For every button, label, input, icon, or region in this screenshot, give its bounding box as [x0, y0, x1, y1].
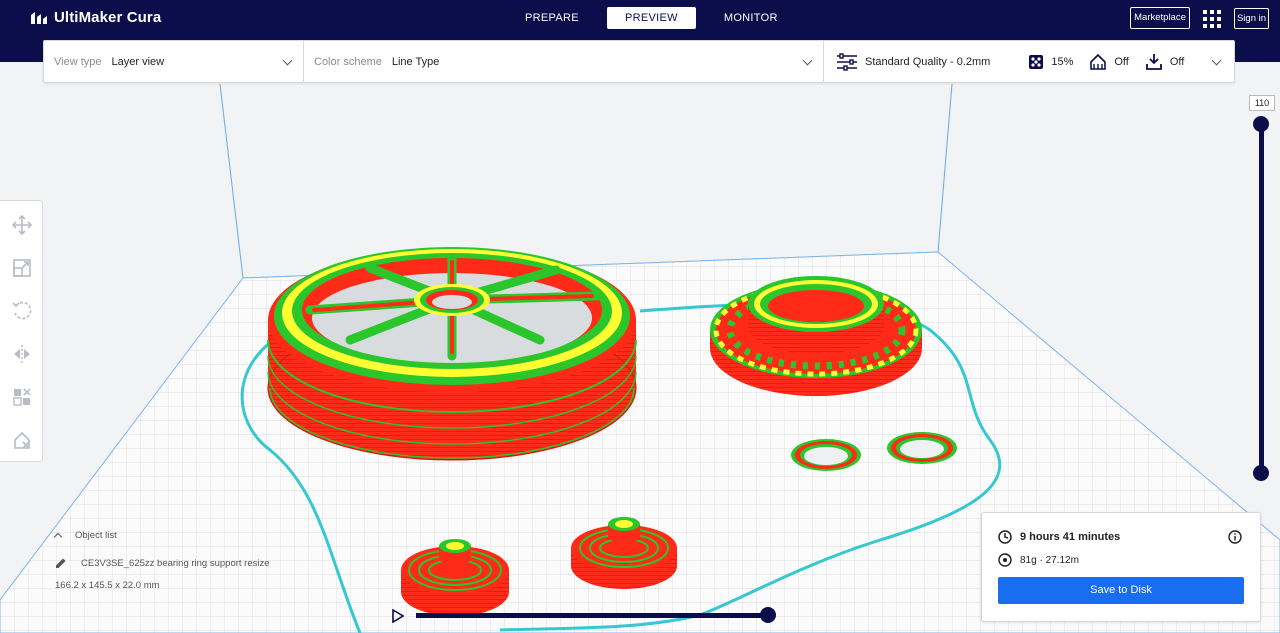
sign-in-button[interactable]: Sign in: [1234, 8, 1269, 29]
tab-prepare[interactable]: PREPARE: [503, 7, 601, 29]
view-type-value: Layer view: [111, 55, 165, 68]
chevron-down-icon: [802, 55, 813, 66]
info-icon[interactable]: [1228, 530, 1242, 544]
move-icon[interactable]: [12, 215, 32, 235]
path-slider-handle[interactable]: [760, 607, 776, 623]
adhesion-icon: [1145, 53, 1162, 70]
adhesion-value: Off: [1169, 55, 1185, 68]
ultimaker-logo-icon: [31, 11, 47, 24]
mirror-icon[interactable]: [12, 344, 32, 364]
material-usage-row: 81g · 27.12m: [998, 553, 1079, 567]
infill-icon: [1029, 54, 1044, 69]
layer-number-input[interactable]: 110: [1249, 95, 1275, 111]
chevron-up-icon: [53, 532, 63, 542]
object-dimensions: 166.2 x 145.5 x 22.0 mm: [55, 580, 160, 591]
support-value: Off: [1114, 55, 1129, 68]
layer-slider-lower-handle[interactable]: [1253, 465, 1269, 481]
wheel-model[interactable]: [267, 247, 637, 461]
color-scheme-label: Color scheme: [314, 55, 382, 68]
scale-icon[interactable]: [12, 258, 32, 278]
material-usage: 81g · 27.12m: [1020, 554, 1079, 566]
object-name-row[interactable]: CE3V3SE_625zz bearing ring support resiz…: [55, 557, 270, 569]
apps-grid-icon[interactable]: [1203, 10, 1221, 28]
app-logo: UltiMaker Cura: [30, 9, 161, 26]
clock-icon: [998, 530, 1012, 544]
layer-slider-upper-handle[interactable]: [1253, 116, 1269, 132]
print-settings-panel-toggle[interactable]: Standard Quality - 0.2mm 15% Off Off: [824, 41, 1234, 82]
per-model-settings-icon[interactable]: [12, 387, 32, 407]
small-ring-model[interactable]: [791, 439, 861, 471]
chevron-down-icon: [282, 55, 293, 66]
sliders-icon: [837, 52, 857, 71]
view-type-label: View type: [54, 55, 102, 68]
app-title: UltiMaker Cura: [54, 9, 162, 26]
view-settings-bar: View type Layer view Color scheme Line T…: [43, 40, 1235, 83]
support-blocker-icon[interactable]: [12, 430, 32, 450]
object-list-title: Object list: [75, 530, 117, 541]
small-ring-model[interactable]: [887, 432, 957, 464]
print-info-panel: 9 hours 41 minutes 81g · 27.12m Save to …: [981, 512, 1261, 622]
object-list-toggle[interactable]: Object list: [53, 530, 117, 542]
object-list: Object list CE3V3SE_625zz bearing ring s…: [53, 530, 270, 591]
tab-preview[interactable]: PREVIEW: [606, 7, 696, 29]
marketplace-button[interactable]: Marketplace: [1130, 7, 1190, 29]
save-to-disk-button[interactable]: Save to Disk: [998, 577, 1244, 604]
layer-slider[interactable]: [1259, 124, 1264, 474]
path-slider[interactable]: [416, 613, 770, 618]
infill-value: 15%: [1051, 55, 1074, 68]
chevron-down-icon: [1211, 55, 1222, 66]
profile-label: Standard Quality - 0.2mm: [865, 55, 991, 68]
tab-monitor[interactable]: MONITOR: [702, 7, 800, 29]
spool-icon: [998, 553, 1012, 567]
model-tools-toolbar: [0, 200, 43, 462]
pencil-icon[interactable]: [55, 557, 67, 569]
color-scheme-select[interactable]: Color scheme Line Type: [304, 41, 824, 82]
play-icon[interactable]: [392, 609, 404, 623]
stage-tabs: PREPARE PREVIEW MONITOR: [503, 7, 806, 29]
print-time-row: 9 hours 41 minutes: [998, 530, 1120, 544]
view-type-select[interactable]: View type Layer view: [44, 41, 304, 82]
support-icon: [1090, 53, 1107, 70]
color-scheme-value: Line Type: [391, 55, 440, 68]
print-time: 9 hours 41 minutes: [1020, 531, 1121, 543]
object-name: CE3V3SE_625zz bearing ring support resiz…: [81, 557, 270, 569]
rotate-icon[interactable]: [12, 301, 32, 321]
